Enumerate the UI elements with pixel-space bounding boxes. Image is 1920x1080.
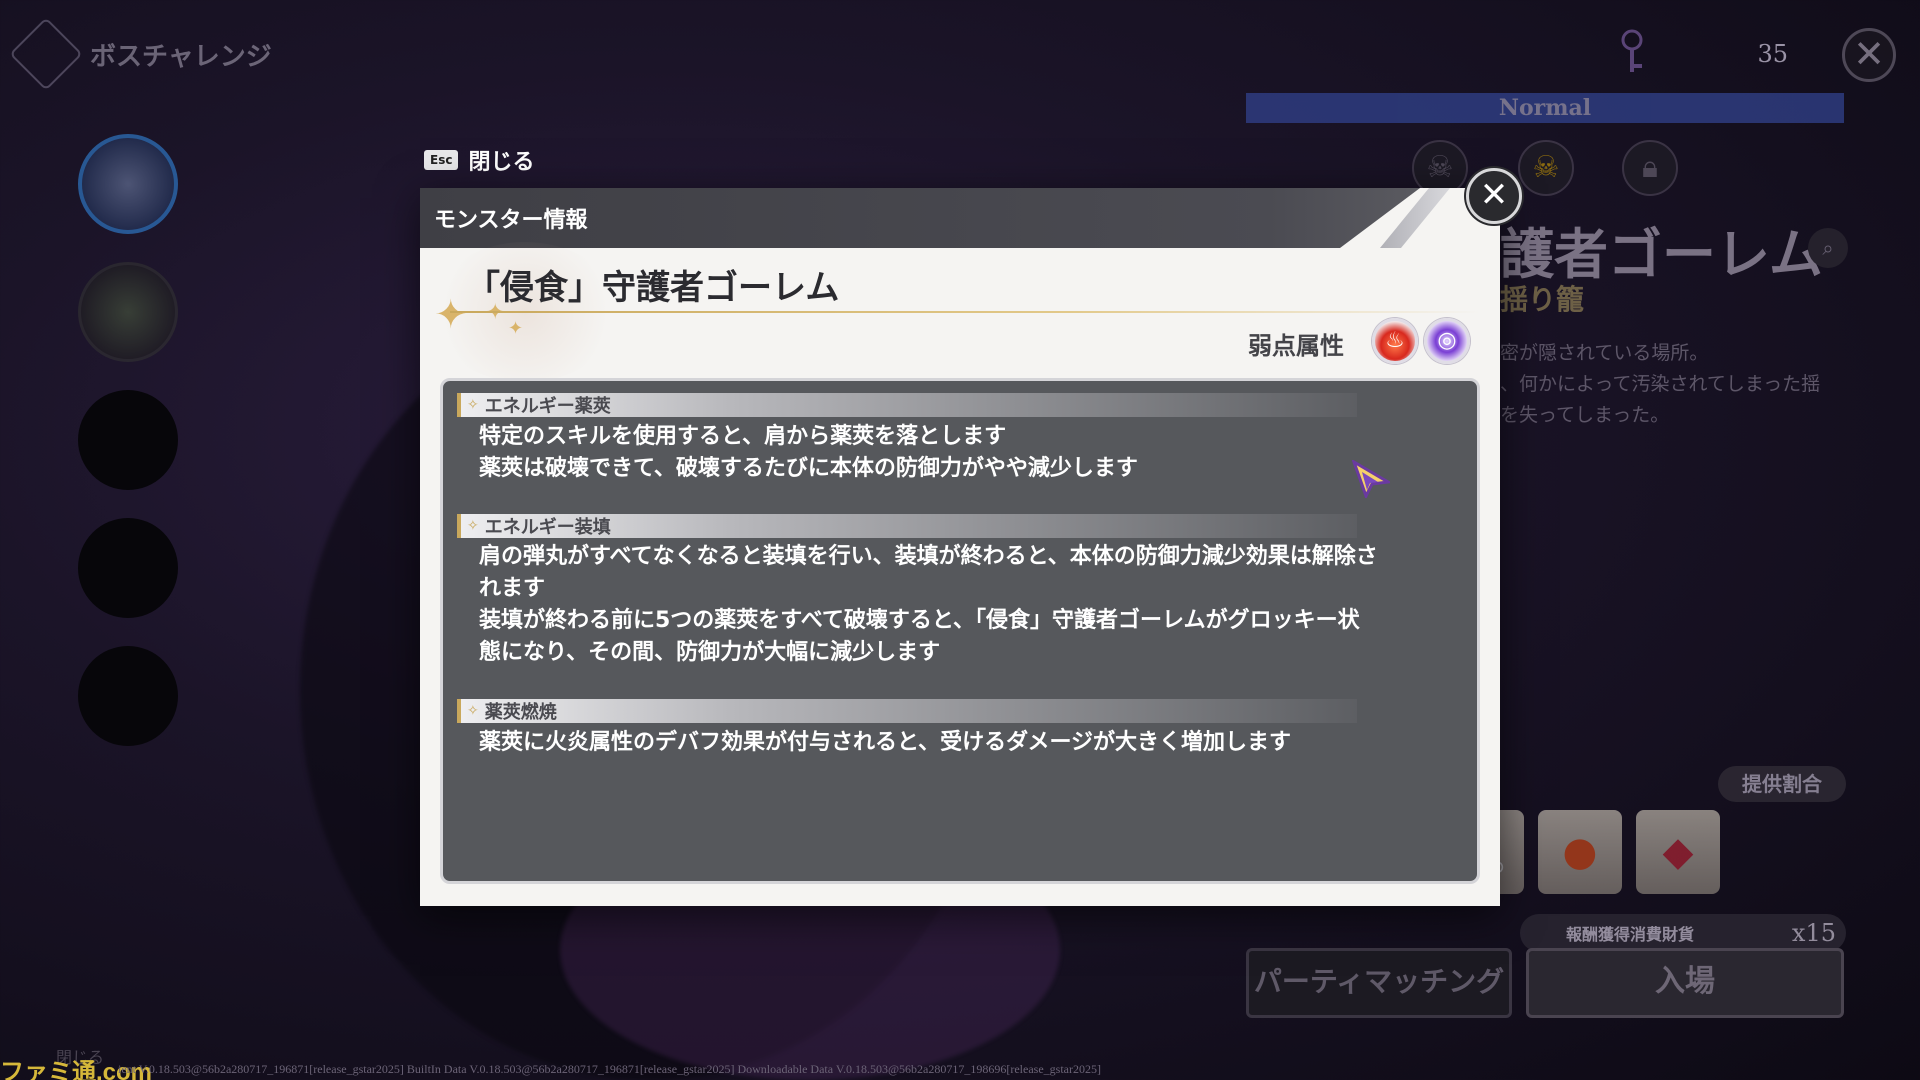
reward-item[interactable]: ●: [1538, 810, 1622, 894]
monster-info-panel: ✧ エネルギー薬莢 特定のスキルを使用すると、肩から薬莢を落とします 薬莢は破壊…: [440, 378, 1480, 884]
title-divider: [450, 311, 1480, 313]
section-line: 肩の弾丸がすべてなくなると装填を行い、装填が終わると、本体の防御力減少効果は解除…: [479, 544, 1378, 569]
weakness-label: 弱点属性: [1248, 332, 1344, 360]
section-header: ✧ エネルギー薬莢: [457, 393, 1357, 417]
section-title: エネルギー薬莢: [484, 396, 611, 417]
boss-description-line: 密が隠されている場所。: [1500, 342, 1709, 364]
boss-avatar-5[interactable]: [78, 646, 178, 746]
reward-currency-count: x15: [1791, 919, 1836, 947]
section-body: 特定のスキルを使用すると、肩から薬莢を落とします 薬莢は破壊できて、破壊するたび…: [479, 421, 1469, 485]
boss-avatar-3[interactable]: [78, 390, 178, 490]
lock-icon[interactable]: 🔒︎: [1622, 140, 1678, 196]
section-body: 肩の弾丸がすべてなくなると装填を行い、装填が終わると、本体の防御力減少効果は解除…: [479, 541, 1469, 669]
enter-button[interactable]: 入場: [1526, 948, 1844, 1018]
section-line: 特定のスキルを使用すると、肩から薬莢を落とします: [479, 424, 1007, 449]
boss-challenge-header: ボスチャレンジ: [9, 17, 272, 91]
section-body: 薬莢に火炎属性のデバフ効果が付与されると、受けるダメージが大きく増加します: [479, 727, 1469, 759]
reward-item[interactable]: ◆: [1636, 810, 1720, 894]
arcane-icon[interactable]: ◎: [1424, 318, 1470, 364]
modal-close-icon[interactable]: ✕: [1466, 168, 1522, 224]
drop-rate-button[interactable]: 提供割合: [1718, 766, 1846, 802]
party-matching-button[interactable]: パーティマッチング: [1246, 948, 1512, 1018]
boss-description: 密が隠されている場所。 、何かによって汚染されてしまった揺 を失ってしまった。: [1500, 338, 1860, 431]
section-title: エネルギー装填: [484, 517, 611, 538]
section-title: 薬莢燃焼: [484, 702, 557, 723]
section-header: ✧ エネルギー装填: [457, 514, 1357, 538]
section-line: れます: [479, 576, 546, 601]
diamond-icon: ✧: [467, 518, 479, 534]
boss-avatar-2[interactable]: [78, 262, 178, 362]
section-line: 装填が終わる前に5つの薬莢をすべて破壊すると、「侵食」守護者ゴーレムがグロッキー…: [479, 608, 1360, 633]
version-text: ient V.0.18.503@56b2a280717_196871[relea…: [118, 1062, 1101, 1076]
close-icon[interactable]: ✕: [1842, 28, 1896, 82]
sparkle-icon: ✦: [508, 318, 524, 339]
monster-info-modal: モンスター情報 ✕ ✦ ✦ ✦ 「侵食」守護者ゴーレム 弱点属性 ♨ ◎ ✧ エ…: [420, 168, 1522, 906]
modal-title: モンスター情報: [434, 208, 588, 233]
difficulty-bar[interactable]: Normal: [1246, 93, 1844, 123]
diamond-icon: ✧: [467, 703, 479, 719]
boss-avatar-4[interactable]: [78, 518, 178, 618]
section-header: ✧ 薬莢燃焼: [457, 699, 1357, 723]
key-icon: [1621, 29, 1643, 72]
section-line: 薬莢に火炎属性のデバフ効果が付与されると、受けるダメージが大きく増加します: [479, 730, 1292, 755]
reward-currency-label: 報酬獲得消費財貨: [1566, 925, 1695, 944]
diamond-icon: ✧: [467, 397, 479, 413]
section-line: 薬莢は破壊できて、破壊するたびに本体の防御力がやや減少します: [479, 456, 1138, 481]
skull-icon-selected[interactable]: ☠: [1518, 140, 1574, 196]
sparkle-icon: ✦: [434, 292, 468, 338]
esc-close-hint[interactable]: Esc 閉じる: [424, 144, 534, 176]
boss-emblem-icon: [9, 17, 83, 91]
search-icon[interactable]: ⌕: [1808, 228, 1848, 268]
boss-avatar-1[interactable]: [78, 134, 178, 234]
boss-challenge-title: ボスチャレンジ: [90, 41, 272, 72]
boss-description-line: 、何かによって汚染されてしまった揺: [1500, 373, 1821, 395]
boss-location-background: 揺り籠: [1500, 283, 1585, 316]
monster-name: 「侵食」守護者ゴーレム: [466, 268, 840, 308]
fire-icon[interactable]: ♨: [1372, 318, 1418, 364]
cursor-icon: [1352, 460, 1390, 498]
esc-close-label: 閉じる: [468, 150, 535, 175]
section-line: 態になり、その間、防御力が大幅に減少します: [479, 640, 941, 665]
boss-description-line: を失ってしまった。: [1500, 404, 1670, 426]
esc-key-icon: Esc: [424, 150, 459, 170]
reward-currency-pill: 報酬獲得消費財貨 x15: [1520, 914, 1846, 952]
resource-count: 35: [1757, 40, 1788, 68]
